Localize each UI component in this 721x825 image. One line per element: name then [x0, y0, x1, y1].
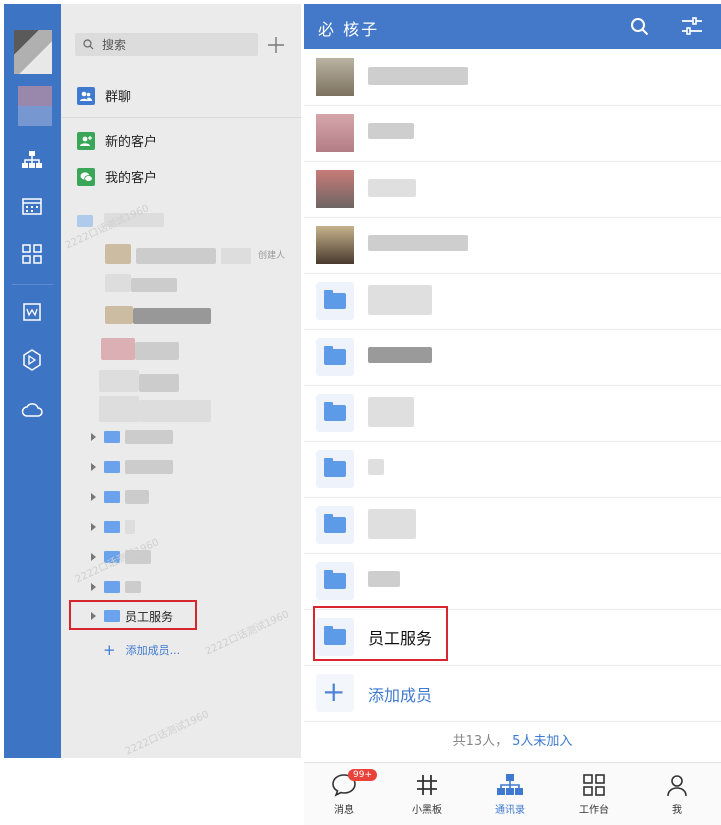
apps-grid-icon [564, 771, 624, 799]
new-customer-icon [77, 131, 95, 150]
filter-icon[interactable] [682, 17, 702, 39]
add-member-link[interactable]: + 添加成员... [103, 641, 180, 659]
folder-icon [324, 570, 346, 589]
group-chat-icon [77, 86, 95, 105]
person-icon [647, 771, 707, 799]
blurred-member-row[interactable] [99, 370, 179, 396]
list-item[interactable] [304, 105, 721, 162]
watermark: 2222口话测试1960 [123, 709, 211, 758]
member-summary: 共13人， 5人未加入 [304, 730, 721, 749]
search-icon[interactable] [630, 17, 649, 40]
add-member-item[interactable]: + 添加成员 [304, 665, 721, 722]
tab-label: 消息 [334, 805, 354, 816]
my-customers-label: 我的客户 [105, 171, 158, 186]
plus-icon: + [322, 675, 346, 708]
tab-me[interactable]: 我 [647, 771, 707, 816]
new-customers-item[interactable]: 新的客户 [77, 131, 157, 150]
folder-icon [324, 458, 346, 477]
new-customers-label: 新的客户 [105, 135, 158, 150]
document-icon[interactable] [18, 298, 46, 326]
tree-folder-row[interactable] [91, 459, 173, 475]
search-placeholder: 搜索 [102, 38, 127, 52]
user-avatar-secondary [18, 86, 52, 126]
group-chat-label: 群聊 [105, 90, 132, 105]
folder-item[interactable] [304, 385, 721, 442]
folder-item[interactable] [304, 553, 721, 610]
top-bar: 必 核子 [304, 4, 721, 49]
tree-folder-row[interactable] [91, 579, 141, 595]
page-title: 必 核子 [318, 20, 380, 39]
unread-badge: 99+ [348, 769, 377, 781]
blurred-member-row[interactable] [105, 306, 211, 328]
unjoined-link[interactable]: 5人未加入 [512, 734, 572, 749]
tab-messages[interactable]: 99+ 消息 [314, 769, 377, 816]
calendar-icon[interactable] [18, 192, 46, 220]
folder-item[interactable] [304, 273, 721, 330]
add-member-label: 添加成员... [125, 644, 181, 657]
left-rail [4, 4, 61, 758]
org-chart-icon[interactable] [18, 146, 46, 174]
folder-icon [324, 290, 346, 309]
summary-total: 共13人， [452, 734, 509, 749]
hexagon-app-icon[interactable] [18, 346, 46, 374]
folder-icon [324, 346, 346, 365]
tab-label: 我 [672, 805, 682, 816]
search-input[interactable]: 搜索 [75, 33, 258, 56]
my-customers-item[interactable]: 我的客户 [77, 167, 157, 186]
tab-workbench[interactable]: 工作台 [564, 771, 624, 816]
bottom-tab-bar: 99+ 消息 小黑板 通讯录 工作台 我 [304, 762, 721, 825]
folder-item[interactable] [304, 329, 721, 386]
folder-icon [324, 514, 346, 533]
list-item[interactable] [304, 49, 721, 106]
highlight-box [313, 606, 448, 661]
hashtag-icon [397, 771, 457, 799]
tree-folder-row[interactable] [91, 489, 149, 505]
tab-label: 通讯录 [495, 805, 525, 816]
folder-item[interactable] [304, 497, 721, 554]
mobile-contacts-view: 必 核子 员工服务 + 添加成员 共13人， 5人未加入 99+ 消息 小黑板 … [304, 4, 721, 825]
blurred-member-row[interactable] [101, 338, 179, 364]
blurred-member-row[interactable] [105, 274, 177, 296]
cloud-phone-icon[interactable] [18, 395, 46, 423]
tab-label: 工作台 [579, 805, 609, 816]
plus-icon [268, 37, 284, 53]
folder-item[interactable] [304, 441, 721, 498]
org-chart-icon [480, 771, 540, 799]
apps-grid-icon[interactable] [18, 240, 46, 268]
wechat-icon [77, 167, 95, 186]
search-icon [83, 39, 94, 50]
plus-icon: + [103, 641, 116, 659]
highlight-box [69, 600, 197, 630]
blurred-member-row[interactable] [99, 396, 211, 426]
add-button[interactable] [265, 34, 287, 56]
list-item[interactable] [304, 217, 721, 274]
group-chat-item[interactable]: 群聊 [77, 86, 131, 105]
add-member-label: 添加成员 [368, 686, 433, 705]
blurred-member-row[interactable] [105, 244, 252, 268]
folder-icon [324, 402, 346, 421]
tab-blackboard[interactable]: 小黑板 [397, 771, 457, 816]
tab-label: 小黑板 [412, 805, 442, 816]
user-avatar[interactable] [14, 30, 52, 74]
list-item[interactable] [304, 161, 721, 218]
creator-tag: 创建人 [258, 251, 286, 261]
contacts-sidebar: 搜索 群聊 新的客户 我的客户 创建人 员工服务 + 添加成员... 2222口… [61, 4, 301, 758]
tab-contacts[interactable]: 通讯录 [480, 771, 540, 816]
tree-folder-row[interactable] [91, 429, 173, 445]
watermark: 2222口话测试1960 [203, 609, 291, 658]
tree-folder-row[interactable] [91, 519, 135, 535]
